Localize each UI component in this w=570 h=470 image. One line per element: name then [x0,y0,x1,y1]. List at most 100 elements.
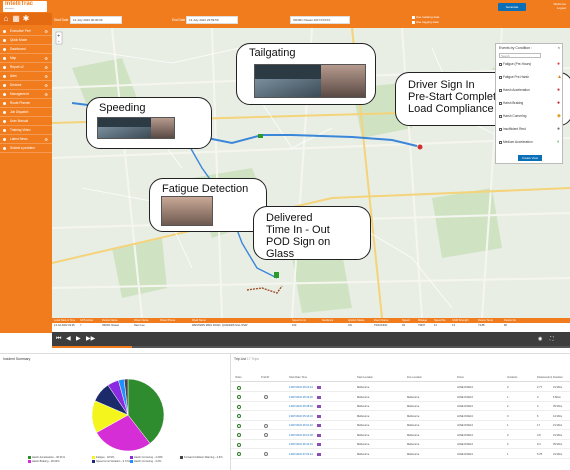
event-checkbox[interactable] [499,140,502,144]
trip-column-header[interactable]: Start Date Time [289,376,307,379]
event-condition-item[interactable]: Fatigue (Pre-Hours) ● [499,61,560,67]
event-checkbox[interactable] [499,114,502,118]
trip-cell-time[interactable]: 13/07/2022 07:02:44 [289,450,313,459]
sidebar-item-9[interactable]: Job Dispatch [0,108,52,117]
trip-row[interactable]: 13/07/2022 06:44:01 Melbourne Melbourne JAN… [231,440,570,449]
play-icon[interactable]: ▶ [76,335,81,343]
home-icon[interactable]: ⌂ [2,15,10,23]
create-view-button[interactable]: Create View [518,155,542,161]
sidebar-item-2[interactable]: Dashboard [0,45,52,54]
trip-row[interactable]: 13/07/2022 06:01:32 Melbourne Melbourne JAN… [231,421,570,430]
event-checkbox[interactable] [499,127,502,131]
event-condition-item[interactable]: Harsh Cornering ◆ [499,113,561,119]
sidebar-item-3[interactable]: Map ⚙ [0,54,52,63]
gear-icon[interactable]: ⚙ [44,81,48,90]
events-search-input[interactable]: Search [499,53,541,58]
trip-cell-time[interactable]: 13/07/2022 06:21:08 [289,431,313,440]
trip-column-header[interactable]: Fire Location [407,376,422,379]
trip-row[interactable]: 13/07/2022 05:32:36 Melbourne Melbourne JAN… [231,393,570,402]
speeding-video-thumbnail[interactable] [97,117,175,139]
sidebar-item-1[interactable]: Quick Mode [0,36,52,45]
sidebar-item-4[interactable]: Report v2 ⚙ [0,63,52,72]
event-condition-item[interactable]: Medium Acceleration ◐ [499,139,560,145]
generate-button[interactable]: Generate [498,3,526,11]
trail-icon[interactable] [264,452,268,456]
trip-column-header[interactable]: Incidents [507,376,517,379]
tracking-data-option[interactable]: Use tracking data [412,15,439,19]
trip-column-header[interactable]: Trail ID [261,376,269,379]
event-condition-item[interactable]: Insufficient Rest ● [499,126,560,132]
gear-icon[interactable]: ⚙ [44,63,48,72]
trip-column-header[interactable]: Distance(km) [537,376,552,379]
play-video-icon[interactable] [237,395,241,399]
sidebar-item-6[interactable]: Devices ⚙ [0,81,52,90]
sidebar-item-13[interactable]: Submit a problem [0,144,52,153]
gear-icon[interactable]: ⚙ [44,135,48,144]
event-checkbox[interactable] [499,62,502,66]
trip-cell-time[interactable]: 13/07/2022 05:38:40 [289,402,313,411]
gear-icon[interactable]: ⚙ [44,90,48,99]
sidebar-item-8[interactable]: Route Planner [0,99,52,108]
event-checkbox[interactable] [499,75,502,79]
trip-row[interactable]: 13/07/2022 05:44:16 Melbourne Melbourne JAN… [231,412,570,421]
start-date-input[interactable]: 13 July 2022 00:00:00 [70,16,122,24]
trip-column-header[interactable]: Start Location [357,376,373,379]
play-video-icon[interactable] [237,442,241,447]
trail-icon[interactable] [264,423,268,428]
play-video-icon[interactable] [237,452,241,456]
video-badge-icon[interactable] [317,414,321,418]
app-logo[interactable]: IntelliTrac telematics [3,1,47,12]
end-date-input[interactable]: 13 July 2022 23:59:59 [186,16,238,24]
fatigue-video-thumbnail[interactable] [161,196,213,226]
event-checkbox[interactable] [499,101,502,105]
event-checkbox[interactable] [499,88,502,92]
grid-icon[interactable]: ▦ [12,15,20,23]
logging-data-option[interactable]: Use logging data [412,20,439,24]
trip-cell-time[interactable]: 13/07/2022 05:44:16 [289,412,313,421]
trip-cell-time[interactable]: 13/07/2022 05:32:36 [289,393,313,402]
trip-cell-time[interactable]: 13/07/2022 06:44:01 [289,440,313,449]
trip-row[interactable]: 13/07/2022 05:38:40 Melbourne Melbourne JAN… [231,402,570,411]
trip-row[interactable]: 13/07/2022 07:02:44 Melbourne Melbourne JAN… [231,450,570,459]
trip-row[interactable]: 13/07/2022 05:24:44 Melbourne JANE DOE13 3 2… [231,383,570,392]
video-badge-icon[interactable] [317,452,321,456]
rewind-icon[interactable]: ◀ [66,335,71,343]
trip-column-header[interactable]: Video [235,376,242,379]
play-video-icon[interactable] [237,414,241,418]
play-video-icon[interactable] [237,385,241,390]
sidebar-item-0[interactable]: Executive Perf ⚙ [0,27,52,36]
skip-back-icon[interactable]: ⏮ [56,335,61,343]
trail-icon[interactable] [264,395,268,399]
event-table-row[interactable]: 13 Jul 2022 03:25 Y INF001 Nissan Naor Lee W… [52,323,570,328]
sidebar-item-12[interactable]: Latest News ⚙ [0,135,52,144]
sidebar-item-11[interactable]: Training Video [0,126,52,135]
trip-cell-time[interactable]: 13/07/2022 05:24:44 [289,383,313,392]
video-badge-icon[interactable] [317,395,321,399]
tailgating-video-thumbnail[interactable] [254,64,366,98]
event-condition-item[interactable]: Harsh Braking ● [499,100,560,106]
trail-icon[interactable] [264,433,268,437]
trip-column-header[interactable]: Driver [457,376,464,379]
video-badge-icon[interactable] [317,386,321,389]
video-badge-icon[interactable] [317,424,321,427]
vehicle-select[interactable]: INF001 Nissan 2017XXXXX [290,16,350,24]
sidebar-item-5[interactable]: Alert ⚙ [0,72,52,81]
video-badge-icon[interactable] [317,405,321,408]
gear-icon[interactable]: ⚙ [44,27,48,36]
trip-cell-time[interactable]: 13/07/2022 06:01:32 [289,421,313,430]
play-video-icon[interactable] [237,404,241,409]
play-video-icon[interactable] [237,433,241,437]
fast-forward-icon[interactable]: ▶▶ [86,335,95,343]
logout-link[interactable]: Logout [554,6,566,10]
event-condition-item[interactable]: Fatigue Pre-Harsh ▲ [499,74,562,80]
video-badge-icon[interactable] [317,433,321,437]
settings-icon[interactable]: ✱ [22,15,30,23]
sidebar-item-7[interactable]: Management ⚙ [0,90,52,99]
trip-column-header[interactable]: Duration [553,376,563,379]
speed-icon[interactable]: ◉ [538,335,542,343]
play-video-icon[interactable] [237,423,241,428]
sidebar-item-10[interactable]: User Manual [0,117,52,126]
video-badge-icon[interactable] [317,443,321,446]
gear-icon[interactable]: ⚙ [44,72,48,81]
fullscreen-icon[interactable]: ⛶ [550,335,554,343]
